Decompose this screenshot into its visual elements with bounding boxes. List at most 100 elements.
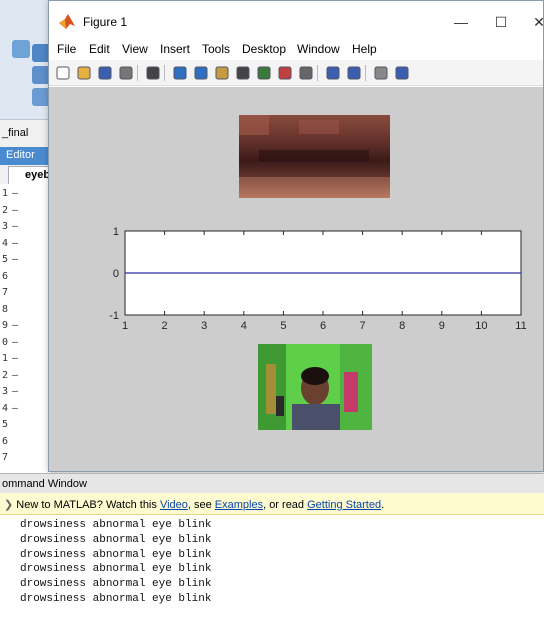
current-filename: _final (2, 127, 29, 139)
colorbar-icon[interactable] (325, 65, 341, 81)
banner-prefix: New to MATLAB? Watch this (16, 499, 160, 511)
y-tick-label: -1 (109, 310, 119, 322)
figure-canvas: 1 2 3 4 5 6 7 8 9 10 11 -1 0 1 (49, 87, 543, 471)
line-number-text: 1 (2, 353, 9, 364)
editor-line-number: 5 (0, 419, 48, 436)
figure-title: Figure 1 (83, 15, 128, 29)
line-number-text: 3 (2, 386, 9, 397)
line-number-text: 6 (2, 270, 9, 282)
x-tick-label: 5 (280, 320, 286, 332)
command-output-line: drowsiness abnormal eye blink (20, 533, 212, 546)
y-tick-label: 0 (113, 268, 119, 280)
line-mark: – (12, 320, 19, 331)
new-figure-icon[interactable] (55, 65, 71, 81)
line-mark: – (12, 353, 19, 364)
command-output-line: drowsiness abnormal eye blink (20, 548, 212, 561)
editor-line-number: 9– (0, 320, 48, 337)
line-mark: – (12, 204, 19, 216)
toolbar-separator (365, 65, 366, 81)
minimize-button[interactable]: — (441, 9, 481, 35)
menu-edit[interactable]: Edit (89, 42, 110, 56)
line-mark: – (12, 221, 19, 232)
menu-desktop[interactable]: Desktop (242, 42, 286, 56)
line-mark: – (12, 237, 19, 249)
zoom-in-icon[interactable] (172, 65, 188, 81)
open-file-icon[interactable] (76, 65, 92, 81)
figure-window[interactable]: Figure 1 — ☐ ✕ File Edit View Insert Too… (48, 0, 544, 472)
banner-suffix: . (381, 499, 385, 511)
line-number-text: 4 (2, 402, 9, 414)
x-tick-label: 1 (122, 320, 128, 332)
file-tab[interactable]: eyeb (8, 166, 52, 184)
hide-plot-tools-icon[interactable] (373, 65, 389, 81)
examples-link[interactable]: Examples (215, 499, 263, 511)
line-number-text: 4 (2, 237, 9, 249)
video-link[interactable]: Video (160, 499, 188, 511)
x-tick-label: 7 (360, 320, 366, 332)
command-output-line: drowsiness abnormal eye blink (20, 578, 212, 591)
editor-line-number: 4– (0, 238, 48, 255)
maximize-button[interactable]: ☐ (481, 9, 521, 35)
editor-line-number: 1– (0, 188, 48, 205)
matlab-logo-icon (59, 14, 75, 29)
line-mark: – (12, 188, 19, 199)
menu-tools[interactable]: Tools (202, 42, 230, 56)
line-mark: – (12, 402, 19, 414)
editor-line-number: 1– (0, 353, 48, 370)
x-tick-label: 2 (162, 320, 168, 332)
screen: _final Editor eyeb 1–2–3–4–5–6 7 8 9–0–1–2–… (0, 0, 544, 619)
brush-icon[interactable] (277, 65, 293, 81)
figure-titlebar[interactable]: Figure 1 — ☐ ✕ (49, 1, 544, 39)
pointer-icon[interactable] (145, 65, 161, 81)
editor-line-number: 5– (0, 254, 48, 271)
menu-insert[interactable]: Insert (160, 42, 190, 56)
line-mark: – (12, 336, 19, 348)
menu-window[interactable]: Window (297, 42, 340, 56)
editor-line-number: 3– (0, 386, 48, 403)
editor-line-number: 6 (0, 436, 48, 453)
arrow-icon[interactable] (12, 40, 30, 58)
zoom-out-icon[interactable] (193, 65, 209, 81)
menu-bar: File Edit View Insert Tools Desktop Wind… (49, 39, 543, 59)
x-tick-label: 4 (241, 320, 247, 332)
rotate-icon[interactable] (235, 65, 251, 81)
toolbar-separator (137, 65, 138, 81)
editor-line-number: 2– (0, 205, 48, 222)
data-cursor-icon[interactable] (256, 65, 272, 81)
close-button[interactable]: ✕ (519, 9, 544, 35)
getting-started-link[interactable]: Getting Started (307, 499, 381, 511)
line-number-text: 5 (2, 419, 9, 430)
editor-line-number: 6 (0, 271, 48, 288)
line-mark: – (12, 369, 19, 381)
toolbar-separator (164, 65, 165, 81)
figure-toolbar (49, 60, 543, 86)
plot-axes[interactable]: 1 2 3 4 5 6 7 8 9 10 11 -1 0 1 (89, 217, 529, 337)
menu-help[interactable]: Help (352, 42, 377, 56)
line-number-text: 7 (2, 287, 9, 298)
link-icon[interactable] (298, 65, 314, 81)
print-icon[interactable] (118, 65, 134, 81)
eye-region-image (239, 115, 390, 198)
line-number-text: 3 (2, 221, 9, 232)
x-tick-label: 8 (399, 320, 405, 332)
command-output-line: drowsiness abnormal eye blink (20, 563, 212, 576)
pan-icon[interactable] (214, 65, 230, 81)
legend-icon[interactable] (346, 65, 362, 81)
x-tick-label: 6 (320, 320, 326, 332)
command-output-line: drowsiness abnormal eye blink (20, 519, 212, 531)
x-tick-label: 9 (439, 320, 445, 332)
editor-line-number: 8 (0, 304, 48, 321)
editor-tab[interactable]: Editor (0, 147, 52, 165)
menu-view[interactable]: View (122, 42, 148, 56)
line-mark: – (12, 386, 19, 397)
editor-line-number: 2– (0, 370, 48, 387)
webcam-image (258, 344, 372, 430)
save-icon[interactable] (97, 65, 113, 81)
menu-file[interactable]: File (57, 42, 76, 56)
line-number-text: 2 (2, 369, 9, 381)
show-plot-tools-icon[interactable] (394, 65, 410, 81)
line-number-text: 2 (2, 204, 9, 216)
command-window-output[interactable]: drowsiness abnormal eye blink drowsiness … (0, 515, 544, 619)
banner-sep2: , or read (263, 499, 308, 511)
editor-line-number: 4– (0, 403, 48, 420)
